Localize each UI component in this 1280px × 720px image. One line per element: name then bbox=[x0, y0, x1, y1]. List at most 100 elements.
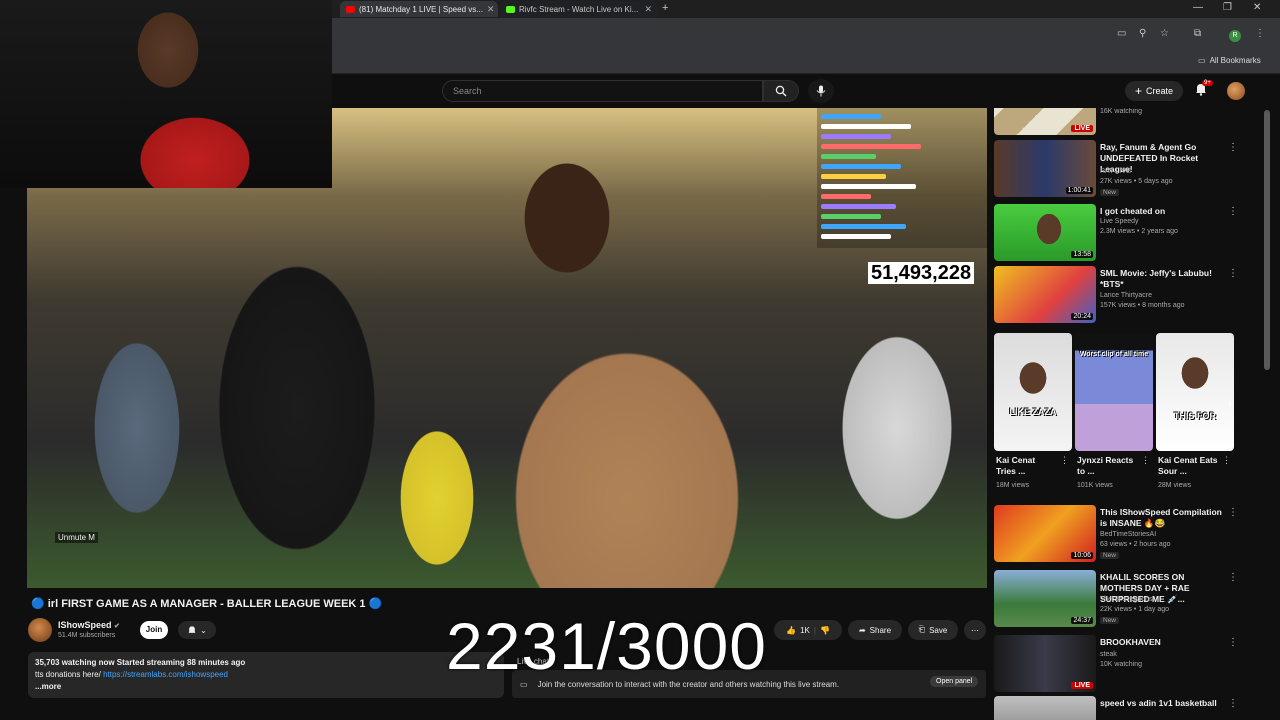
save-button[interactable]: ⎗ Save bbox=[908, 620, 958, 640]
search-button[interactable] bbox=[763, 80, 799, 102]
new-tab-button[interactable]: + bbox=[662, 2, 668, 14]
channel-name[interactable]: IShowSpeed ✔ bbox=[58, 620, 120, 630]
recommendation-item[interactable]: 10:06 This IShowSpeed Compilation is INS… bbox=[994, 505, 1244, 565]
tab-title: Rivfc Stream - Watch Live on Ki... bbox=[519, 4, 639, 14]
cast-icon[interactable]: ▭ bbox=[1117, 28, 1126, 39]
more-actions-button[interactable]: ⋯ bbox=[964, 620, 986, 640]
recommendation-item[interactable]: speed vs adin 1v1 basketball ⋮ bbox=[994, 696, 1244, 720]
bell-icon bbox=[188, 626, 196, 633]
chat-line bbox=[821, 154, 876, 159]
verified-icon: ✔ bbox=[114, 623, 120, 630]
video-duration: 20:24 bbox=[1071, 313, 1093, 320]
search-input[interactable]: Search bbox=[442, 80, 763, 102]
recommendation-item[interactable]: 24:37 KHALIL SCORES ON MOTHERS DAY + RAE… bbox=[994, 570, 1244, 630]
description-text: tts donations here/ bbox=[35, 670, 101, 679]
chat-line bbox=[821, 194, 871, 199]
minimize-icon[interactable]: — bbox=[1193, 2, 1203, 13]
short-views: 101K views bbox=[1077, 482, 1113, 489]
voice-search-button[interactable] bbox=[808, 79, 834, 103]
share-button[interactable]: ➦ Share bbox=[848, 620, 902, 640]
chat-line bbox=[821, 204, 896, 209]
description-more[interactable]: ...more bbox=[35, 681, 497, 693]
tab-matchday[interactable]: (81) Matchday 1 LIVE | Speed vs... ✕ bbox=[340, 1, 498, 17]
chat-line bbox=[821, 164, 901, 169]
description-link[interactable]: https://streamlabs.com/ishowspeed bbox=[103, 670, 228, 679]
create-button[interactable]: + Create bbox=[1125, 81, 1183, 101]
recommendation-item[interactable]: LIVE 16K watching bbox=[994, 108, 1244, 138]
kick-favicon-icon bbox=[506, 5, 515, 13]
chat-line bbox=[821, 224, 906, 229]
browser-profile-avatar[interactable]: R bbox=[1229, 30, 1241, 42]
share-arrow-icon: ➦ bbox=[858, 625, 866, 635]
more-vertical-icon[interactable]: ⋮ bbox=[1228, 698, 1238, 709]
recommendation-item[interactable]: LIVE BROOKHAVEN steak 10K watching ⋮ bbox=[994, 635, 1244, 695]
notification-badge: 9+ bbox=[1202, 80, 1213, 86]
channel-name: RAY LIVE bbox=[1100, 168, 1131, 175]
more-vertical-icon[interactable]: ⋮ bbox=[1228, 206, 1238, 217]
chevron-down-icon: ⌄ bbox=[200, 625, 207, 635]
video-meta: 63 views • 2 hours ago bbox=[1100, 541, 1171, 548]
shorts-next-arrow-icon[interactable]: › bbox=[1228, 396, 1232, 410]
join-button[interactable]: Join bbox=[140, 621, 168, 639]
subscriber-count: 51.4M subscribers bbox=[58, 632, 116, 639]
thumbs-down-icon: 👎 bbox=[819, 625, 830, 635]
short-caption: LIKE ZAZA bbox=[1009, 407, 1057, 417]
short-views: 18M views bbox=[996, 482, 1030, 489]
recommendation-item[interactable]: 13:58 I got cheated on Live Speedy 2.3M … bbox=[994, 204, 1244, 264]
short-item[interactable]: Worst clip of all time Jynxzi Reacts to … bbox=[1075, 333, 1153, 498]
video-duration: 10:06 bbox=[1071, 552, 1093, 559]
more-vertical-icon[interactable]: ⋮ bbox=[1228, 572, 1238, 583]
description-box[interactable]: 35,703 watching now Started streaming 88… bbox=[28, 652, 504, 698]
all-bookmarks-button[interactable]: ▭ All Bookmarks bbox=[1198, 56, 1261, 65]
extensions-icon[interactable]: ⧉ bbox=[1194, 28, 1201, 39]
recommendation-item[interactable]: 1:00:41 Ray, Fanum & Agent Go UNDEFEATED… bbox=[994, 140, 1244, 200]
more-vertical-icon[interactable]: ⋮ bbox=[1228, 268, 1238, 279]
unmute-button[interactable]: Unmute M bbox=[55, 532, 98, 543]
like-dislike-button[interactable]: 👍 1K | 👎 bbox=[774, 620, 842, 640]
progress-counter-overlay: 2231/3000 bbox=[446, 609, 767, 683]
more-vertical-icon[interactable]: ⋮ bbox=[1228, 507, 1238, 518]
tab-title: (81) Matchday 1 LIVE | Speed vs... bbox=[359, 4, 483, 14]
video-title: This IShowSpeed Compilation is INSANE 🔥😂 bbox=[1100, 507, 1222, 528]
more-vertical-icon[interactable]: ⋮ bbox=[1141, 455, 1150, 466]
browser-menu-icon[interactable]: ⋮ bbox=[1255, 28, 1265, 39]
video-title: BROOKHAVEN bbox=[1100, 637, 1161, 647]
short-item[interactable]: THIS FOR Kai Cenat Eats Sour ... 28M vie… bbox=[1156, 333, 1234, 498]
more-vertical-icon[interactable]: ⋮ bbox=[1228, 142, 1238, 153]
more-vertical-icon[interactable]: ⋮ bbox=[1228, 637, 1238, 648]
subscription-bell-button[interactable]: ⌄ bbox=[178, 621, 216, 639]
youtube-favicon-icon bbox=[346, 5, 355, 13]
new-badge: New bbox=[1100, 617, 1120, 624]
more-vertical-icon[interactable]: ⋮ bbox=[1060, 455, 1069, 466]
close-tab-icon[interactable]: ✕ bbox=[487, 4, 495, 15]
tab-kick-stream[interactable]: Rivfc Stream - Watch Live on Ki... ✕ bbox=[500, 1, 658, 17]
video-thumbnail: 1:00:41 bbox=[994, 140, 1096, 197]
zoom-icon[interactable]: ⚲ bbox=[1139, 28, 1146, 39]
page-scrollbar[interactable] bbox=[1264, 110, 1270, 370]
video-duration: 1:00:41 bbox=[1065, 187, 1093, 194]
short-caption: THIS FOR bbox=[1174, 411, 1216, 421]
folder-icon: ▭ bbox=[1198, 56, 1206, 65]
maximize-icon[interactable]: ❐ bbox=[1223, 2, 1232, 13]
short-thumbnail: THIS FOR bbox=[1156, 333, 1234, 451]
divider: | bbox=[813, 625, 816, 635]
open-panel-button[interactable]: Open panel bbox=[930, 676, 979, 687]
recommendation-item[interactable]: 20:24 SML Movie: Jeffy's Labubu! *BTS* L… bbox=[994, 266, 1244, 326]
channel-name: Lance Thirtyacre bbox=[1100, 292, 1153, 299]
video-thumbnail: 20:24 bbox=[994, 266, 1096, 323]
short-item[interactable]: LIKE ZAZA Kai Cenat Tries ... 18M views … bbox=[994, 333, 1072, 498]
short-thumbnail: LIKE ZAZA bbox=[994, 333, 1072, 451]
description-stats: 35,703 watching now Started streaming 88… bbox=[35, 658, 246, 667]
close-tab-icon[interactable]: ✕ bbox=[644, 4, 652, 15]
short-title: Kai Cenat Tries ... bbox=[996, 455, 1036, 476]
video-title: I got cheated on bbox=[1100, 206, 1166, 216]
thumbs-up-icon: 👍 bbox=[786, 625, 797, 635]
close-window-icon[interactable]: ✕ bbox=[1253, 2, 1261, 13]
short-caption: Worst clip of all time bbox=[1079, 351, 1149, 358]
user-avatar[interactable] bbox=[1227, 82, 1245, 100]
recommendations-sidebar: LIVE 16K watching 1:00:41 Ray, Fanum & A… bbox=[994, 108, 1256, 720]
more-vertical-icon[interactable]: ⋮ bbox=[1222, 455, 1231, 466]
video-meta: 22K views • 1 day ago bbox=[1100, 606, 1169, 613]
channel-avatar[interactable] bbox=[28, 618, 52, 642]
bookmark-star-icon[interactable]: ☆ bbox=[1160, 28, 1169, 39]
